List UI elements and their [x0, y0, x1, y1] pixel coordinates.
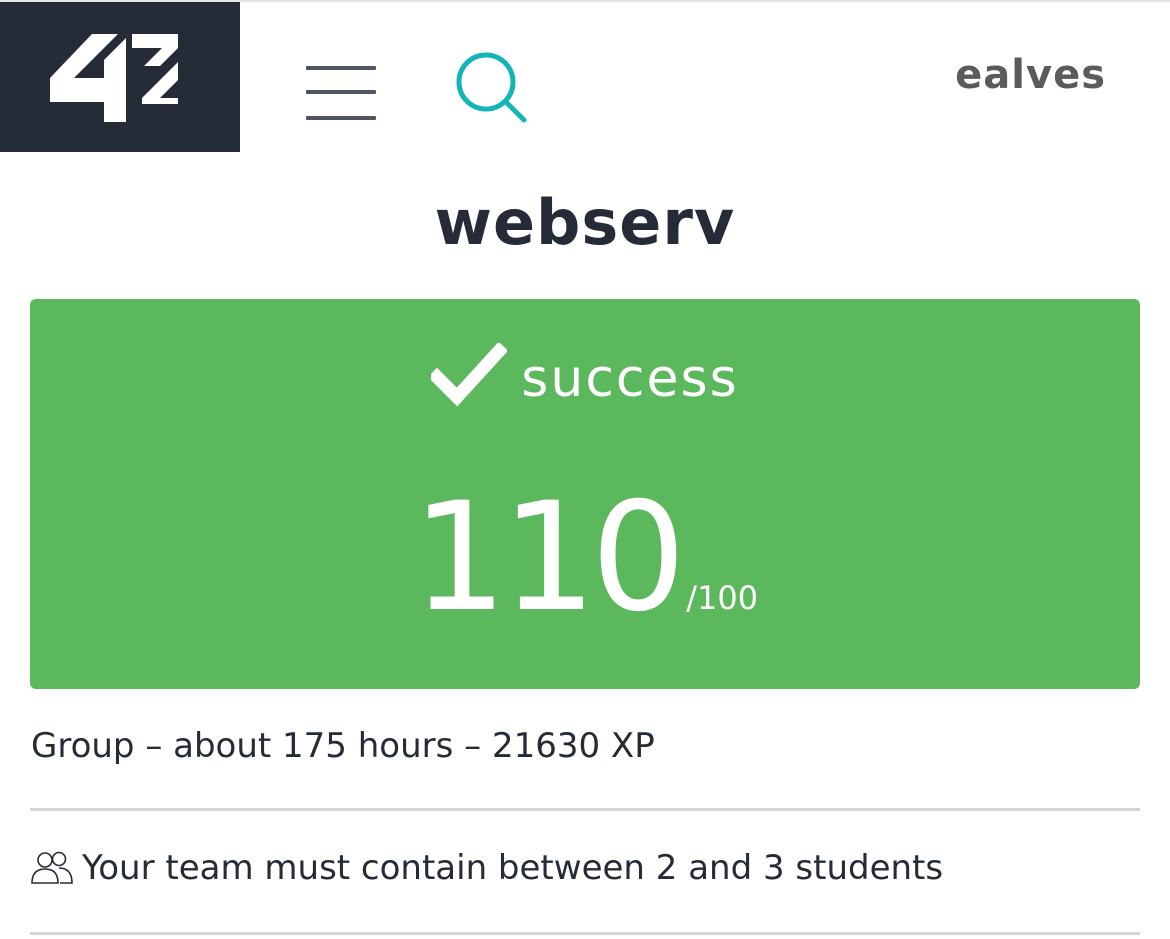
status-row: success: [30, 343, 1140, 409]
checkmark-icon: [431, 343, 508, 407]
search-button[interactable]: [452, 48, 532, 128]
divider: [30, 808, 1140, 811]
team-rule-text: Your team must contain between 2 and 3 s…: [82, 848, 944, 888]
project-page: ealves webserv success 110/100 Group – a…: [0, 0, 1170, 939]
project-info: Group – about 175 hours – 21630 XP: [31, 726, 655, 766]
user-profile-link[interactable]: ealves: [955, 52, 1106, 98]
project-result-panel: success 110/100: [30, 299, 1140, 689]
divider: [30, 932, 1140, 935]
menu-button[interactable]: [300, 60, 380, 128]
team-size-rule: Your team must contain between 2 and 3 s…: [30, 848, 943, 888]
final-score: 110: [411, 471, 686, 645]
logo-42[interactable]: [0, 2, 240, 152]
top-navigation-bar: ealves: [0, 0, 1170, 152]
users-icon: [31, 851, 73, 884]
search-icon: [456, 52, 527, 123]
logo-42-icon: [50, 34, 178, 122]
max-score: /100: [686, 579, 759, 617]
score-row: 110/100: [30, 483, 1140, 633]
status-label: success: [521, 349, 739, 409]
page-title: webserv: [434, 186, 736, 259]
